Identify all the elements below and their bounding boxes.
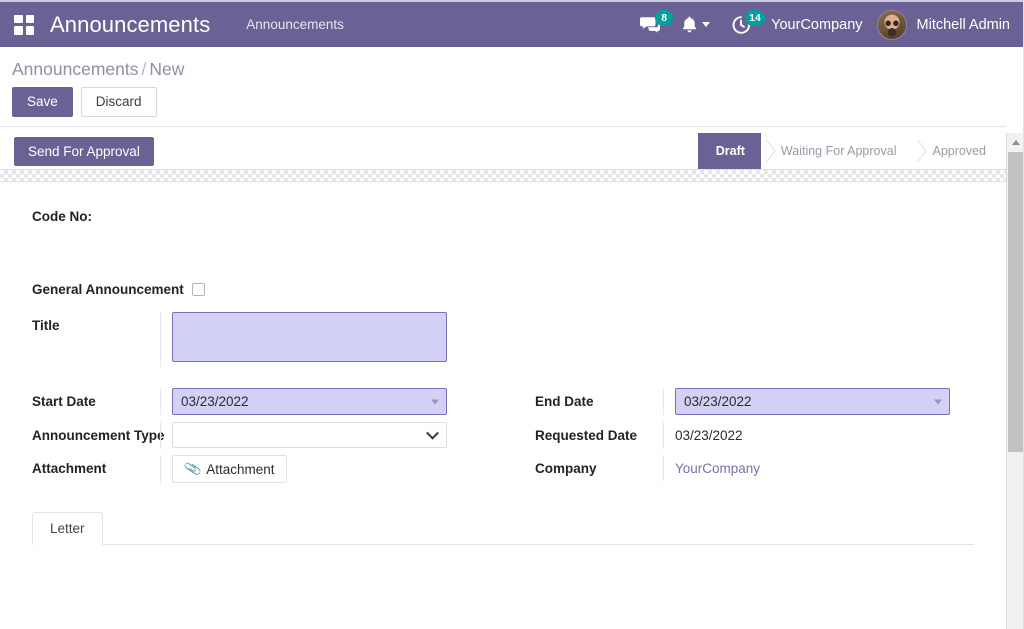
form-cell-announcement-type: Announcement Type <box>0 422 503 448</box>
chevron-down-icon <box>702 22 711 27</box>
form-cell-company: Company YourCompany <box>503 455 1006 481</box>
general-announcement-label: General Announcement <box>32 282 184 297</box>
control-panel: Announcements / New Save Discard <box>0 47 1006 128</box>
requested-date-value: 03/23/2022 <box>675 428 743 443</box>
company-switcher[interactable]: YourCompany <box>761 17 876 33</box>
start-date-input[interactable] <box>172 388 447 415</box>
apps-grid-square <box>14 26 23 35</box>
attachment-value-cell: 📎 Attachment <box>160 455 503 483</box>
company-value[interactable]: YourCompany <box>675 455 760 476</box>
record-action-buttons: Save Discard <box>0 83 1006 126</box>
start-date-wrapper <box>172 388 447 415</box>
form-cell-title: Title <box>0 312 503 367</box>
form-sheet: Code No: General Announcement Title Star… <box>0 182 1006 629</box>
apps-grid-square <box>25 14 34 23</box>
form-cell-attachment: Attachment 📎 Attachment <box>0 455 503 483</box>
end-date-label: End Date <box>535 394 594 409</box>
form-row-dates: Start Date End Date <box>0 388 1006 415</box>
form-row-attachment-company: Attachment 📎 Attachment Company YourComp… <box>0 455 1006 483</box>
paperclip-icon: 📎 <box>183 459 203 478</box>
form-cell-requested-date: Requested Date 03/23/2022 <box>503 422 1006 448</box>
breadcrumb-current: New <box>149 59 185 79</box>
form-row-type-requested: Announcement Type Requested Date 03/23/2… <box>0 422 1006 448</box>
tab-letter[interactable]: Letter <box>32 512 103 545</box>
general-announcement-field: General Announcement <box>32 282 205 297</box>
statusbar-stage-approved[interactable]: Approved <box>912 133 1002 169</box>
form-cell-start-date: Start Date <box>0 388 503 415</box>
announcement-type-label: Announcement Type <box>32 428 165 443</box>
sheet-hatch-strip <box>0 169 1006 182</box>
activities-menu[interactable] <box>671 2 721 47</box>
requested-date-label: Requested Date <box>535 428 638 443</box>
general-announcement-checkbox[interactable] <box>191 283 205 296</box>
breadcrumb-separator: / <box>141 59 147 79</box>
title-label: Title <box>32 318 60 333</box>
send-for-approval-button[interactable]: Send For Approval <box>14 136 154 166</box>
statusbar: Draft Waiting For Approval Approved <box>697 133 1006 169</box>
statusbar-stage-draft[interactable]: Draft <box>697 133 775 169</box>
title-value-cell <box>160 312 503 367</box>
attachment-button[interactable]: 📎 Attachment <box>172 455 288 483</box>
clock-count-badge: 14 <box>745 10 765 26</box>
end-date-input[interactable] <box>675 388 950 415</box>
scrollbar-up-arrow-icon[interactable] <box>1007 133 1024 150</box>
end-date-wrapper <box>675 388 950 415</box>
notebook: Letter <box>32 512 974 545</box>
user-menu[interactable]: Mitchell Admin <box>876 9 1010 40</box>
bell-icon <box>683 16 697 33</box>
odoo-announcement-form-page: Announcements Announcements 8 14 YourCom… <box>0 0 1024 629</box>
attachment-label: Attachment <box>32 461 107 476</box>
chevron-down-icon <box>426 426 439 440</box>
messages-menu[interactable]: 8 <box>629 2 674 47</box>
statusbar-stage-waiting-for-approval[interactable]: Waiting For Approval <box>760 133 913 169</box>
clock-activity-menu[interactable]: 14 <box>721 2 765 47</box>
control-panel-divider <box>0 126 1006 128</box>
requested-date-value-cell: 03/23/2022 <box>663 422 1006 448</box>
title-input[interactable] <box>172 312 447 362</box>
end-date-value-cell <box>663 388 1006 415</box>
form-fields-grid: Title Start Date 03/23/2022 End Date 03/… <box>0 312 1006 483</box>
attachment-button-label: Attachment <box>206 461 275 477</box>
scrollbar-thumb[interactable] <box>1008 152 1023 452</box>
user-avatar <box>876 9 907 40</box>
navbar-menu-announcements[interactable]: Announcements <box>246 17 344 32</box>
vertical-scrollbar[interactable] <box>1006 133 1024 629</box>
top-navbar: Announcements Announcements 8 14 YourCom… <box>0 0 1024 47</box>
code-no-label: Code No: <box>32 209 92 224</box>
start-date-value-cell <box>160 388 503 415</box>
breadcrumb: Announcements / New <box>0 47 1006 83</box>
start-date-label: Start Date <box>32 394 96 409</box>
form-cell-end-date: End Date <box>503 388 1006 415</box>
discard-button[interactable]: Discard <box>80 87 157 118</box>
notebook-tabs: Letter <box>32 512 974 545</box>
app-brand-title: Announcements <box>50 11 211 37</box>
save-button[interactable]: Save <box>12 87 73 118</box>
apps-grid-square <box>14 14 23 23</box>
statusbar-row: Send For Approval Draft Waiting For Appr… <box>0 133 1006 169</box>
user-name-label: Mitchell Admin <box>916 16 1010 33</box>
apps-grid-square <box>25 26 34 35</box>
company-value-cell: YourCompany <box>663 455 1006 481</box>
company-label: Company <box>535 461 597 476</box>
announcement-type-value-cell <box>160 422 503 448</box>
form-row-title: Title <box>0 312 1006 367</box>
code-no-label-text: Code No: <box>32 209 92 224</box>
apps-grid-icon[interactable] <box>14 14 34 35</box>
breadcrumb-root[interactable]: Announcements <box>12 59 138 79</box>
announcement-type-select[interactable] <box>172 422 447 448</box>
navbar-right-section: 8 14 YourCompany Mitchell Admin <box>629 2 1024 47</box>
